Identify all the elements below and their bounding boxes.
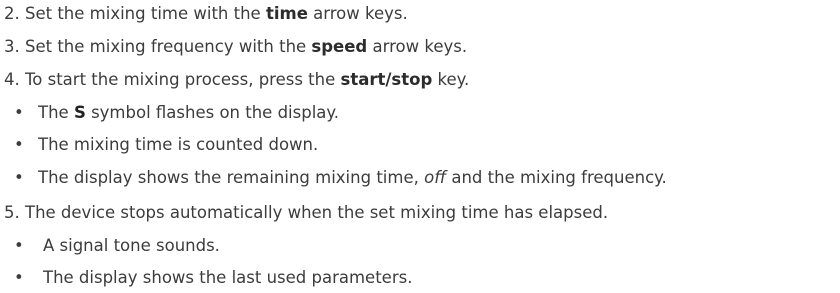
step-text: To start the mixing process, press the xyxy=(25,70,341,89)
bullet-item: • The mixing time is counted down. xyxy=(14,135,318,155)
bullet-text: and the mixing frequency. xyxy=(446,168,667,187)
bullet-marker: • xyxy=(14,268,24,287)
key-name: start/stop xyxy=(340,70,433,89)
instruction-list: 2. Set the mixing time with the time arro… xyxy=(0,0,840,293)
bullet-text: The xyxy=(38,103,74,122)
bullet-text: The display shows the last used paramete… xyxy=(43,268,413,287)
step-text: key. xyxy=(432,70,470,89)
bullet-marker: • xyxy=(14,168,24,187)
bullet-item: • A signal tone sounds. xyxy=(14,236,220,256)
step-text: arrow keys. xyxy=(367,37,468,56)
step-3: 3. Set the mixing frequency with the spee… xyxy=(4,37,467,57)
step-number: 4. xyxy=(4,70,20,89)
step-text: The device stops automatically when the … xyxy=(25,203,609,222)
status-off: off xyxy=(424,168,447,187)
bullet-text: A signal tone sounds. xyxy=(43,236,220,255)
step-4: 4. To start the mixing process, press the… xyxy=(4,70,469,90)
bullet-text: The mixing time is counted down. xyxy=(38,135,319,154)
step-text: Set the mixing time with the xyxy=(25,4,266,23)
step-number: 5. xyxy=(4,203,20,222)
bullet-item: • The S symbol flashes on the display. xyxy=(14,103,339,123)
step-5: 5. The device stops automatically when th… xyxy=(4,203,608,223)
mixing-symbol-icon: S xyxy=(73,103,86,122)
bullet-marker: • xyxy=(14,103,24,122)
step-text: Set the mixing frequency with the xyxy=(25,37,312,56)
step-2: 2. Set the mixing time with the time arro… xyxy=(4,4,408,24)
bullet-item: • The display shows the last used paramet… xyxy=(14,268,412,288)
bullet-marker: • xyxy=(14,236,24,255)
bullet-item: • The display shows the remaining mixing … xyxy=(14,168,667,188)
key-name: speed xyxy=(311,37,368,56)
bullet-text: symbol flashes on the display. xyxy=(85,103,340,122)
step-number: 2. xyxy=(4,4,20,23)
bullet-marker: • xyxy=(14,135,24,154)
bullet-text: The display shows the remaining mixing t… xyxy=(38,168,425,187)
step-text: arrow keys. xyxy=(307,4,408,23)
step-number: 3. xyxy=(4,37,20,56)
key-name: time xyxy=(265,4,308,23)
